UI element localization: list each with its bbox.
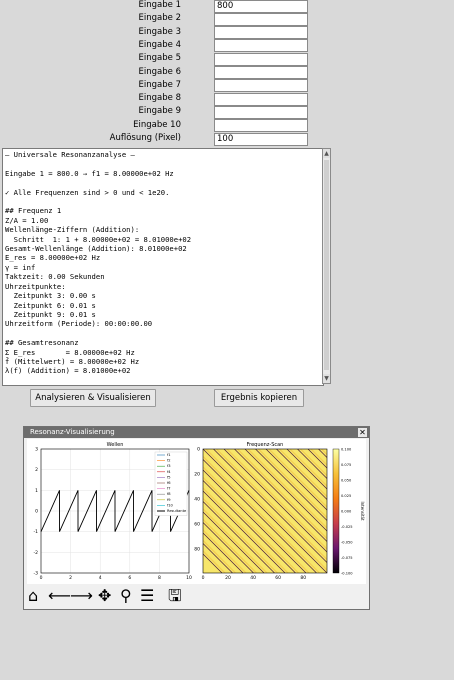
- chart1-legend-label: f7: [167, 487, 171, 491]
- chart-svg: Wellen0 2 4 6 8 10-3-2-10123f1f2f3f4f5f6f7f8f…: [34, 442, 366, 581]
- figure-canvas: Wellen 0 2 4 6 8 10 -3 -2 -1 0 1 2 3 f1 f2 f3 f4 f5 f6 f7 f8 f…: [27, 439, 366, 584]
- copy-result-button[interactable]: Ergebnis kopieren: [214, 389, 304, 407]
- chart2-ytick-label: 80: [194, 547, 200, 553]
- chart1-ytick-label: 0: [35, 509, 38, 515]
- input-label-11: Auflösung (Pixel): [109, 133, 181, 143]
- output-textarea[interactable]: — Universale Resonanzanalyse — Eingabe 1…: [2, 148, 324, 386]
- scroll-down-icon[interactable]: ▼: [323, 374, 330, 383]
- chart2-xtick-label: 20: [225, 575, 231, 581]
- chart1-xtick-label: 2: [69, 575, 72, 581]
- chart1-legend-label: f5: [167, 475, 171, 479]
- chart2-xtick-label: 40: [250, 575, 256, 581]
- chart1-legend-label: f10: [167, 503, 174, 507]
- back-icon[interactable]: ⟵: [48, 587, 71, 605]
- chart2-colorbar-tick-label: 0.050: [341, 479, 352, 483]
- plot-toolbar: ⌂ ⟵ ⟶ ✥ ⚲ ☰ 🖫: [24, 584, 369, 608]
- input-label-8: Eingabe 8: [138, 93, 181, 104]
- input-field-4[interactable]: [214, 39, 308, 53]
- input-label-1: Eingabe 1: [138, 0, 181, 10]
- chart2-colorbar-tick-label: -0.025: [341, 525, 353, 529]
- save-icon[interactable]: 🖫: [168, 587, 182, 605]
- chart1-ytick-label: -2: [34, 550, 39, 556]
- input-label-7: Eingabe 7: [138, 79, 181, 90]
- input-field-10[interactable]: [214, 119, 308, 133]
- input-field-5[interactable]: [214, 52, 308, 66]
- chart2-ytick-label: 40: [194, 497, 200, 503]
- input-label-6: Eingabe 6: [138, 66, 181, 77]
- chart2-xtick-label: 60: [275, 575, 281, 581]
- chart1-ytick-label: -3: [34, 571, 39, 577]
- chart2-colorbar-tick-label: 0.100: [341, 448, 352, 452]
- analyze-button[interactable]: Analysieren & Visualisieren: [30, 389, 156, 407]
- visualization-window: Resonanz-Visualisierung ✕ Wellen 0 2 4 6 8 10-…: [23, 426, 370, 610]
- output-text: — Universale Resonanzanalyse — Eingabe 1…: [5, 150, 192, 376]
- scroll-thumb[interactable]: [324, 160, 329, 370]
- chart2-colorbar-label: Intensität: [360, 501, 365, 520]
- chart2-colorbar: [332, 448, 340, 574]
- input-label-10: Eingabe 10: [133, 119, 181, 130]
- input-field-11[interactable]: 100: [214, 132, 308, 146]
- pan-icon[interactable]: ✥: [98, 587, 111, 605]
- chart2-ytick-label: 60: [194, 522, 200, 528]
- chart2-colorbar-tick-label: 0.075: [341, 463, 351, 467]
- chart1-xtick-label: 8: [158, 575, 161, 581]
- input-field-9[interactable]: [214, 105, 308, 119]
- chart2-colorbar-tick-label: 0.000: [341, 510, 352, 514]
- input-label-2: Eingabe 2: [138, 13, 181, 24]
- scroll-up-icon[interactable]: ▲: [323, 149, 330, 158]
- input-field-8[interactable]: [214, 92, 308, 106]
- window-title: Resonanz-Visualisierung: [30, 428, 115, 436]
- chart2-colorbar-tick-label: 0.025: [341, 494, 351, 498]
- input-field-2[interactable]: [214, 12, 308, 26]
- chart1-xtick-label: 4: [99, 575, 102, 581]
- window-titlebar[interactable]: Resonanz-Visualisierung ✕: [24, 427, 369, 438]
- chart1-xtick-label: 6: [128, 575, 131, 581]
- input-field-3[interactable]: [214, 26, 308, 40]
- chart2-colorbar-tick-label: -0.100: [341, 572, 353, 576]
- input-label-5: Eingabe 5: [138, 53, 181, 64]
- chart1-ytick-label: 3: [35, 447, 38, 453]
- input-field-6[interactable]: [214, 66, 308, 79]
- input-field-7[interactable]: [214, 79, 308, 93]
- chart2-colorbar-tick-label: -0.075: [341, 556, 353, 560]
- chart2-ytick-label: 0: [197, 447, 200, 453]
- home-icon[interactable]: ⌂: [28, 587, 38, 605]
- output-scrollbar[interactable]: ▲ ▼: [322, 148, 331, 384]
- chart1-xtick-label: 10: [186, 575, 192, 581]
- configure-icon[interactable]: ☰: [140, 587, 154, 605]
- forward-icon[interactable]: ⟶: [70, 587, 93, 605]
- zoom-icon[interactable]: ⚲: [120, 587, 132, 605]
- chart2-xtick-label: 0: [202, 575, 205, 581]
- chart1-legend-label: Resultante: [167, 509, 187, 513]
- chart1-title: Wellen: [107, 442, 124, 448]
- chart2-ytick-label: 20: [194, 472, 200, 478]
- input-label-9: Eingabe 9: [138, 106, 181, 117]
- input-label-3: Eingabe 3: [138, 26, 181, 37]
- chart1-legend-label: f3: [167, 464, 171, 468]
- input-label-4: Eingabe 4: [138, 39, 181, 50]
- chart2-colorbar-tick-label: -0.050: [341, 541, 353, 545]
- chart1-ytick-label: -1: [34, 529, 39, 535]
- chart1-legend-label: f2: [167, 459, 171, 463]
- chart2-xtick-label: 80: [300, 575, 306, 581]
- chart1-ytick-label: 2: [35, 467, 38, 473]
- chart1-legend-label: f1: [167, 453, 171, 457]
- close-icon[interactable]: ✕: [358, 428, 367, 437]
- input-field-1[interactable]: 800: [214, 0, 308, 13]
- chart1-xtick-label: 0: [40, 575, 43, 581]
- chart1-ytick-label: 1: [35, 488, 38, 494]
- chart2-title: Frequenz-Scan: [247, 442, 284, 448]
